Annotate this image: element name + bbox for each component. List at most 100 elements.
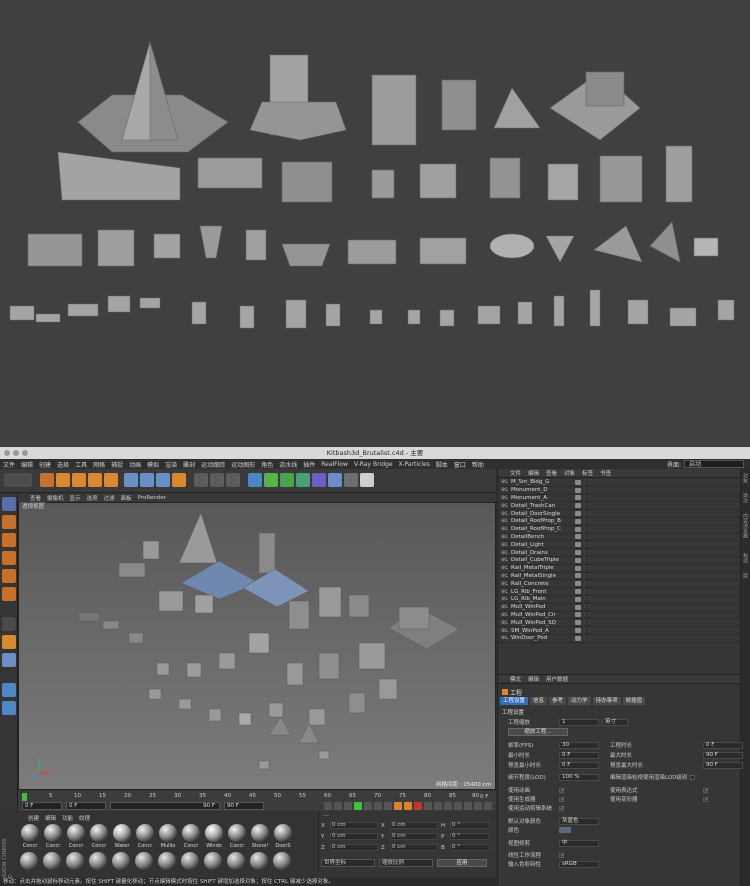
menu-vray-bridge[interactable]: V-Ray Bridge	[354, 461, 393, 468]
cloner-icon[interactable]	[296, 473, 310, 487]
object-row[interactable]: ⊕L Rail_MetalTriple ⁝ ⁝	[498, 565, 741, 573]
object-row[interactable]: ⊕L LG_Rib_Front ⁝ ⁝	[498, 588, 741, 596]
use-generators-checkbox[interactable]: ✓	[559, 796, 564, 802]
material-menu-function[interactable]: 功能	[62, 814, 73, 822]
viewport-menu-panel[interactable]: 面板	[121, 494, 132, 502]
position-z-field[interactable]: 0 cm	[330, 844, 378, 851]
menu-pipeline[interactable]: 流水线	[279, 460, 297, 469]
size-y-field[interactable]: 0 cm	[390, 833, 438, 840]
workplane-icon[interactable]	[2, 533, 16, 547]
attribute-menu-mode[interactable]: 模式	[510, 675, 521, 683]
menu-script[interactable]: 脚本	[436, 460, 448, 469]
solo-icon[interactable]	[2, 701, 16, 715]
floor-icon[interactable]	[328, 473, 342, 487]
material-swatch[interactable]: Concr	[135, 824, 155, 850]
points-mode-icon[interactable]	[2, 551, 16, 565]
size-x-field[interactable]: 0 cm	[390, 822, 438, 829]
project-scale-field[interactable]: 1	[559, 718, 599, 726]
material-swatch[interactable]	[135, 852, 153, 870]
menu-help[interactable]: 帮助	[472, 460, 484, 469]
key-position-icon[interactable]	[424, 802, 432, 810]
polygons-mode-icon[interactable]	[2, 587, 16, 601]
scale-project-button[interactable]: 缩放工程...	[508, 728, 568, 736]
preview-max-field[interactable]: 90 F	[703, 761, 743, 769]
tweak-mode-icon[interactable]	[2, 635, 16, 649]
position-x-field[interactable]: 0 cm	[330, 822, 378, 829]
menu-character[interactable]: 角色	[261, 460, 273, 469]
material-swatch[interactable]: Concr	[181, 824, 201, 850]
perspective-viewport[interactable]: 网格间距 : 25400 cm	[18, 502, 496, 790]
object-row[interactable]: ⊕L Detail_RoofProp_B ⁝ ⁝	[498, 518, 741, 526]
material-swatch[interactable]: Concr	[66, 824, 86, 850]
object-row[interactable]: ⊕L Detail_Drains ⁝ ⁝	[498, 549, 741, 557]
material-swatch[interactable]: Windo	[204, 824, 224, 850]
side-tab-objects[interactable]: 对象	[742, 473, 749, 483]
material-swatch[interactable]	[204, 852, 222, 870]
menu-animate[interactable]: 动画	[129, 460, 141, 469]
maximize-window-icon[interactable]	[22, 450, 28, 456]
timeline-playhead[interactable]	[22, 793, 27, 801]
tab-info[interactable]: 信息	[530, 697, 548, 705]
edges-mode-icon[interactable]	[2, 569, 16, 583]
use-motion-system-checkbox[interactable]: ✓	[559, 805, 564, 811]
viewport-menu-options[interactable]: 选项	[87, 494, 98, 502]
material-swatch[interactable]	[112, 852, 130, 870]
project-time-field[interactable]: 0 F	[703, 741, 743, 749]
next-key-icon[interactable]	[374, 802, 382, 810]
y-axis-icon[interactable]	[140, 473, 154, 487]
menu-tools[interactable]: 工具	[75, 460, 87, 469]
playback-rate-icon[interactable]	[474, 802, 482, 810]
material-swatch[interactable]: Water	[112, 824, 132, 850]
use-animation-checkbox[interactable]: ✓	[559, 787, 564, 793]
menu-motion-tracking[interactable]: 运动跟踪	[201, 460, 225, 469]
object-row[interactable]: ⊕L SM_WinPod_A ⁝ ⁝	[498, 627, 741, 635]
render-picture-viewer-icon[interactable]	[210, 473, 224, 487]
viewport-menu-cameras[interactable]: 摄像机	[47, 494, 64, 502]
apply-button[interactable]: 应用	[437, 859, 487, 867]
coordinate-mode-select[interactable]: 世界坐标	[321, 859, 375, 867]
default-color-select[interactable]: 灰蓝色	[559, 817, 599, 825]
window-controls[interactable]	[4, 450, 28, 456]
menu-file[interactable]: 文件	[3, 460, 15, 469]
material-swatch[interactable]: DoorS	[273, 824, 293, 850]
tab-project-settings[interactable]: 工程设置	[500, 697, 529, 705]
recent-tool-icon[interactable]	[104, 473, 118, 487]
project-scale-unit-select[interactable]: 英寸	[602, 718, 628, 726]
model-mode-icon[interactable]	[2, 497, 16, 511]
move-icon[interactable]	[56, 473, 70, 487]
next-frame-icon[interactable]	[364, 802, 372, 810]
tab-todo[interactable]: 待办事项	[592, 697, 621, 705]
material-swatch[interactable]: Concr	[43, 824, 63, 850]
object-row[interactable]: ⊕L Monument_D ⁝ ⁝	[498, 487, 741, 495]
view-clip-select[interactable]: 中	[559, 839, 599, 847]
tab-dynamics[interactable]: 动力学	[568, 697, 591, 705]
viewport-menu-prorender[interactable]: ProRender	[138, 495, 166, 501]
side-tab-layers[interactable]: 层	[742, 573, 749, 578]
object-menu-tags[interactable]: 标签	[582, 469, 593, 477]
material-swatch[interactable]	[20, 852, 38, 870]
material-swatch[interactable]: Concr	[20, 824, 40, 850]
position-y-field[interactable]: 0 cm	[330, 833, 378, 840]
side-tab-content-browser[interactable]: 内容浏览器	[742, 513, 749, 538]
go-to-end-icon[interactable]	[384, 802, 392, 810]
menu-render[interactable]: 渲染	[165, 460, 177, 469]
close-window-icon[interactable]	[4, 450, 10, 456]
menu-plugins[interactable]: 插件	[303, 460, 315, 469]
side-tab-structure[interactable]: 构造	[742, 553, 749, 563]
keyframe-selection-icon[interactable]	[414, 802, 422, 810]
linear-workflow-checkbox[interactable]: ✓	[559, 852, 564, 858]
menu-mesh[interactable]: 网格	[93, 460, 105, 469]
key-rotation-icon[interactable]	[444, 802, 452, 810]
material-swatch[interactable]: Concr	[89, 824, 109, 850]
material-swatch[interactable]	[158, 852, 176, 870]
object-row[interactable]: ⊕L DetailBench ⁝ ⁝	[498, 534, 741, 542]
fps-field[interactable]: 30	[559, 741, 599, 749]
object-row[interactable]: ⊕L Detail_Light ⁝ ⁝	[498, 541, 741, 550]
tab-key-interpolation[interactable]: 帧插值	[622, 697, 646, 705]
object-menu-bookmarks[interactable]: 书签	[600, 469, 611, 477]
lock-workplane-icon[interactable]	[2, 683, 16, 697]
auto-key-icon[interactable]	[404, 802, 412, 810]
material-swatch[interactable]	[43, 852, 61, 870]
use-expressions-checkbox[interactable]: ✓	[703, 787, 708, 793]
color-swatch[interactable]	[559, 827, 571, 833]
